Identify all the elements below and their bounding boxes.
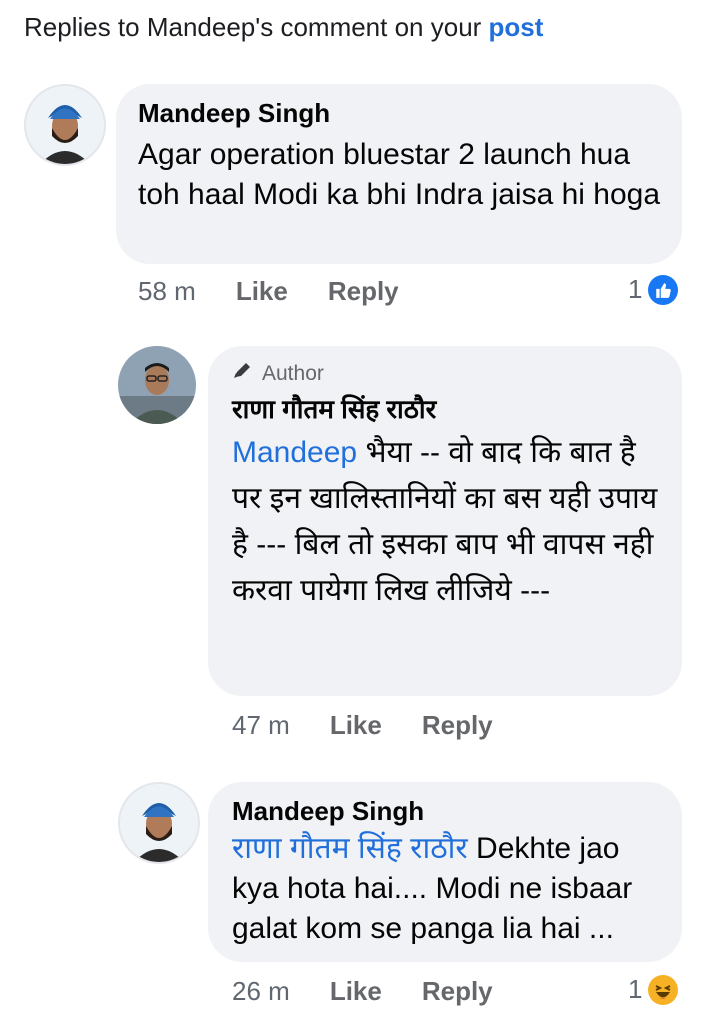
comment-actions: 26 m Like Reply	[232, 976, 493, 1007]
like-button[interactable]: Like	[236, 276, 288, 307]
comment-actions: 58 m Like Reply	[138, 276, 399, 307]
reply-bubble[interactable]: Mandeep Singh राणा गौतम सिंह राठौर Dekht…	[208, 782, 682, 962]
commenter-name[interactable]: Mandeep Singh	[138, 98, 660, 129]
author-label: Author	[262, 362, 324, 385]
timestamp[interactable]: 58 m	[138, 276, 196, 307]
reply-bubble[interactable]: Author राणा गौतम सिंह राठौर Mandeep भैया…	[208, 346, 682, 696]
author-badge: Author	[232, 362, 658, 386]
comment-text: Mandeep भैया -- वो बाद कि बात है पर इन ख…	[232, 430, 658, 614]
reaction-summary[interactable]: 1	[628, 274, 679, 305]
replies-header: Replies to Mandeep's comment on your pos…	[24, 12, 543, 43]
comment-text: राणा गौतम सिंह राठौर Dekhte jao kya hota…	[232, 829, 658, 949]
timestamp[interactable]: 26 m	[232, 976, 290, 1007]
commenter-name[interactable]: Mandeep Singh	[232, 796, 658, 827]
like-button[interactable]: Like	[330, 710, 382, 741]
like-button[interactable]: Like	[330, 976, 382, 1007]
header-text: Replies to Mandeep's comment on your	[24, 12, 482, 42]
avatar-rana[interactable]	[118, 346, 196, 424]
mention-link[interactable]: राणा गौतम सिंह राठौर	[232, 832, 468, 865]
haha-icon	[648, 974, 679, 1005]
reply-button[interactable]: Reply	[328, 276, 399, 307]
reaction-count: 1	[628, 974, 643, 1004]
reply-button[interactable]: Reply	[422, 710, 493, 741]
post-link[interactable]: post	[489, 12, 544, 42]
avatar-mandeep[interactable]	[118, 782, 200, 864]
commenter-name[interactable]: राणा गौतम सिंह राठौर	[232, 390, 658, 426]
reaction-count: 1	[628, 274, 643, 304]
timestamp[interactable]: 47 m	[232, 710, 290, 741]
reply-button[interactable]: Reply	[422, 976, 493, 1007]
comment-text: Agar operation bluestar 2 launch hua toh…	[138, 138, 661, 211]
avatar-mandeep[interactable]	[24, 84, 106, 166]
pencil-icon	[232, 362, 254, 386]
reaction-summary[interactable]: 1	[628, 974, 679, 1005]
mention-link[interactable]: Mandeep	[232, 436, 357, 469]
comment-bubble[interactable]: Mandeep Singh Agar operation bluestar 2 …	[116, 84, 682, 264]
like-icon	[648, 274, 679, 305]
comment-actions: 47 m Like Reply	[232, 710, 493, 741]
